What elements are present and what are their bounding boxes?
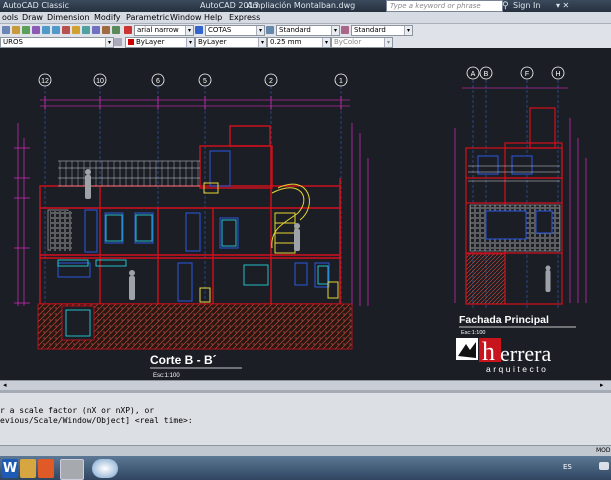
section-title: Corte B - B´: [150, 353, 217, 367]
table-style-icon[interactable]: [266, 26, 274, 34]
multileader-style-select[interactable]: Standard ▾: [351, 25, 413, 36]
pan-icon[interactable]: [42, 26, 50, 34]
sign-in-button[interactable]: Sign In: [513, 0, 540, 12]
command-window[interactable]: r a scale factor (nX or nXP), or evious/…: [0, 393, 611, 445]
menu-tools[interactable]: ools: [2, 12, 18, 23]
linetype-select[interactable]: ByLayer ▾: [195, 37, 267, 48]
herrera-logo: h errera arquitecto: [456, 337, 552, 374]
search-input[interactable]: Type a keyword or phrase: [386, 0, 503, 12]
axis-label-b: B: [484, 71, 489, 78]
text-style-select[interactable]: arial narrow ▾: [134, 25, 194, 36]
calculator-icon[interactable]: [112, 26, 120, 34]
menu-window[interactable]: Window: [170, 12, 202, 23]
window-controls[interactable]: ▾ ✕: [556, 0, 569, 12]
logo-word: errera: [500, 341, 552, 366]
layer-properties-icon[interactable]: [114, 38, 122, 46]
tool-palettes-icon[interactable]: [82, 26, 90, 34]
facade-windows: [477, 155, 553, 240]
menu-bar: ools Draw Dimension Modify Parametric Wi…: [0, 12, 611, 24]
axis-label-6: 6: [156, 78, 160, 85]
open-icon[interactable]: [2, 26, 10, 34]
folder-icon[interactable]: [20, 459, 36, 478]
lineweight-select[interactable]: 0.25 mm ▾: [267, 37, 331, 48]
logo-subtitle: arquitecto: [486, 364, 548, 374]
menu-draw[interactable]: Draw: [22, 12, 43, 23]
dimensions-left: [14, 123, 30, 306]
tab-scroll-left-icon[interactable]: ◂: [3, 381, 7, 389]
facade-scale: Esc:1:100: [461, 330, 485, 336]
windows-doors: [57, 150, 330, 302]
command-history-line-2: evious/Scale/Window/Object] <real time>:: [0, 416, 193, 425]
zoom-icon[interactable]: [52, 26, 60, 34]
stairs: [199, 182, 339, 303]
menu-help[interactable]: Help: [204, 12, 222, 23]
facade-title: Fachada Principal: [459, 314, 549, 326]
command-history-line-1: r a scale factor (nX or nXP), or: [0, 406, 155, 415]
language-indicator[interactable]: ES: [563, 463, 572, 471]
save-icon[interactable]: [12, 26, 20, 34]
axis-bubbles-facade: [466, 66, 565, 80]
search-icon[interactable]: ⚲: [502, 0, 509, 12]
status-bar: MOD: [0, 445, 611, 456]
undo-icon[interactable]: [22, 26, 30, 34]
media-app-icon[interactable]: [38, 459, 54, 478]
axis-label-f: F: [525, 71, 529, 78]
word-app-icon[interactable]: W: [2, 459, 18, 478]
drawing-svg: 12 10 6 5 2 1 Corte B - B´ Esc:1:100 A B…: [14, 66, 587, 379]
axis-bubbles-section: [38, 73, 348, 87]
chrome-app-icon[interactable]: [92, 459, 118, 478]
dim-style-icon[interactable]: [195, 26, 203, 34]
markup-icon[interactable]: [102, 26, 110, 34]
properties-icon[interactable]: [62, 26, 70, 34]
axis-label-h: H: [555, 71, 560, 78]
tile-wall: [50, 211, 72, 251]
redo-icon[interactable]: [32, 26, 40, 34]
section-scale: Esc:1:100: [153, 373, 180, 379]
dim-style-select[interactable]: COTAS ▾: [205, 25, 265, 36]
sheetset-icon[interactable]: [92, 26, 100, 34]
document-name: Ampliación Montalban.dwg: [247, 1, 356, 10]
color-select[interactable]: ByLayer ▾: [125, 37, 195, 48]
taskbar: W ES: [0, 456, 611, 480]
axis-label-a: A: [471, 71, 476, 78]
roof-railing-posts: [59, 161, 199, 186]
axis-label-5: 5: [203, 78, 207, 85]
model-status[interactable]: MOD: [596, 446, 611, 456]
logo-letter: h: [482, 337, 495, 366]
menu-modify[interactable]: Modify: [94, 12, 121, 23]
menu-dimension[interactable]: Dimension: [47, 12, 90, 23]
plot-style-select[interactable]: ByColor ▾: [331, 37, 393, 48]
layer-select[interactable]: UROS ▾: [0, 37, 114, 48]
axis-label-2: 2: [269, 78, 273, 85]
text-style-icon[interactable]: [124, 26, 132, 34]
autocad-app-icon[interactable]: [60, 459, 84, 480]
multileader-style-icon[interactable]: [341, 26, 349, 34]
menu-express[interactable]: Express: [229, 12, 260, 23]
facade-base: [465, 253, 506, 305]
axis-label-12: 12: [41, 78, 49, 85]
workspace-name[interactable]: AutoCAD Classic: [3, 0, 69, 12]
roof-railing: [58, 160, 200, 187]
facade-human-figure: [545, 265, 551, 292]
design-center-icon[interactable]: [72, 26, 80, 34]
drawing-area[interactable]: 12 10 6 5 2 1 Corte B - B´ Esc:1:100 A B…: [0, 48, 611, 382]
network-icon[interactable]: [599, 462, 609, 470]
table-style-select[interactable]: Standard ▾: [276, 25, 340, 36]
menu-parametric[interactable]: Parametric: [126, 12, 169, 23]
tab-scroll-right-icon[interactable]: ▸: [600, 381, 604, 389]
axis-label-10: 10: [96, 78, 104, 85]
dimensions-top: [40, 96, 350, 110]
dimensions-right: [351, 123, 369, 306]
cistern: [61, 305, 95, 341]
axis-label-1: 1: [339, 78, 343, 85]
title-bar: AutoCAD Classic AutoCAD 2013 Ampliación …: [0, 0, 611, 12]
